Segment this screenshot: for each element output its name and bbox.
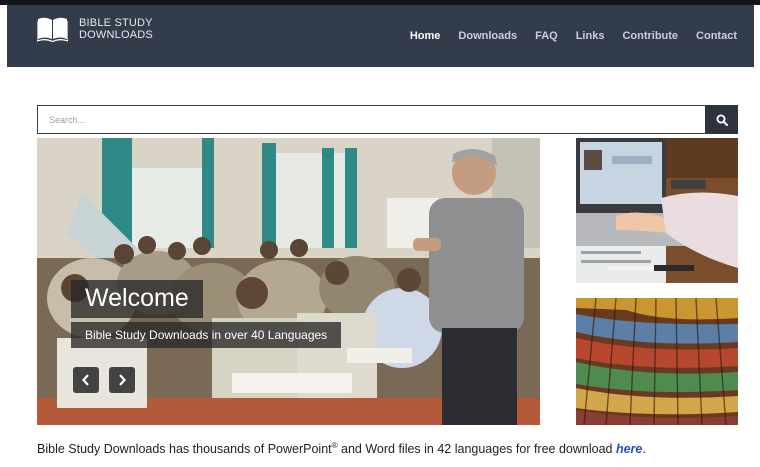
slider-next-button[interactable] [109,367,135,393]
laptop-image [576,138,738,283]
intro-text: Bible Study Downloads has thousands of P… [37,441,646,456]
chevron-left-icon [82,374,89,386]
open-book-icon [37,17,68,42]
logo-line1: BIBLE STUDY [79,17,153,29]
nav-home[interactable]: Home [410,30,441,42]
nav-contact[interactable]: Contact [696,30,737,42]
hero-slider: Welcome Bible Study Downloads in over 40… [37,138,540,425]
chevron-right-icon [119,374,126,386]
search-input[interactable] [37,105,705,134]
search-icon [716,114,728,126]
laptop-photo[interactable] [576,138,738,283]
intro-period: . [642,442,646,457]
download-here-link[interactable]: here [616,442,642,456]
nav-downloads[interactable]: Downloads [458,30,517,42]
site-logo[interactable]: BIBLE STUDY DOWNLOADS [37,16,153,42]
main-nav: Home Downloads FAQ Links Contribute Cont… [392,5,737,67]
search-button[interactable] [705,105,738,134]
bookshelf-photo[interactable] [576,298,738,425]
nav-faq[interactable]: FAQ [535,30,558,42]
logo-text: BIBLE STUDY DOWNLOADS [79,17,153,41]
intro-text-after: and Word files in 42 languages for free … [337,442,616,457]
nav-contribute[interactable]: Contribute [622,30,678,42]
slide-title: Welcome [71,280,203,318]
slider-prev-button[interactable] [73,367,99,393]
nav-links[interactable]: Links [576,30,605,42]
slide-subtitle: Bible Study Downloads in over 40 Languag… [71,322,342,348]
site-header: BIBLE STUDY DOWNLOADS Home Downloads FAQ… [7,5,754,67]
intro-text-before: Bible Study Downloads has thousands of P… [37,442,332,457]
bookshelf-image [576,298,738,425]
search-bar [37,105,738,134]
logo-line2: DOWNLOADS [79,29,153,41]
